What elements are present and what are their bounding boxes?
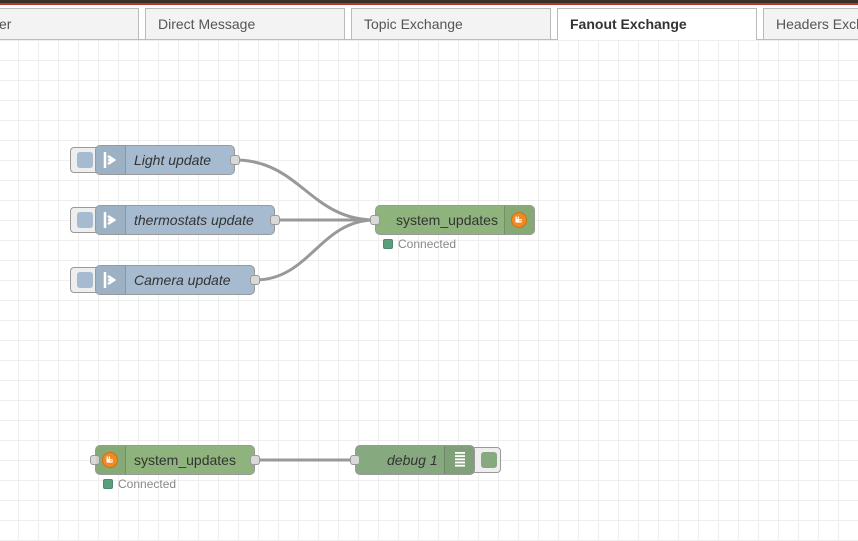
rabbitmq-glyph [106, 456, 113, 463]
tab-label: Direct Message [158, 16, 256, 32]
inject-node-light-update[interactable]: Light update [95, 145, 240, 175]
flow-canvas[interactable]: Light update thermostats update Camera u… [0, 40, 858, 541]
output-port[interactable] [270, 215, 280, 225]
node-label: Camera update [134, 272, 231, 288]
tab-label: Headers Exch [776, 16, 858, 32]
rabbitmq-icon [511, 212, 527, 228]
rabbitmq-icon [102, 452, 118, 468]
arrow-in-icon [103, 152, 117, 168]
inject-icon-area [96, 206, 126, 234]
status-text: Connected [118, 477, 177, 491]
input-port[interactable] [350, 455, 360, 465]
tab-topic-exchange[interactable]: Topic Exchange [351, 8, 551, 39]
inject-trigger-inner [77, 152, 93, 168]
inject-node-thermostats-update[interactable]: thermostats update [95, 205, 280, 235]
debug-node-debug-1[interactable]: debug 1 [350, 445, 475, 475]
amqp-in-node-system-updates[interactable]: system_updates [90, 445, 260, 475]
status-text: Connected [398, 237, 457, 251]
node-label: Light update [134, 152, 212, 168]
list-icon [455, 452, 465, 467]
inject-trigger-inner [77, 212, 93, 228]
rabbitmq-glyph [515, 216, 522, 223]
header-stripe-red [0, 3, 858, 5]
arrow-in-icon [103, 272, 117, 288]
tab-label: er [0, 16, 12, 32]
header-bar [0, 0, 858, 7]
status-dot [383, 239, 393, 249]
workspace-tab-bar: er Direct Message Topic Exchange Fanout … [0, 7, 858, 41]
output-port[interactable] [230, 155, 240, 165]
inject-icon-area [96, 266, 126, 294]
node-label: debug 1 [387, 452, 438, 468]
tab-label: Topic Exchange [364, 16, 463, 32]
amqp-icon-area [504, 206, 534, 234]
status-dot [103, 479, 113, 489]
inject-icon-area [96, 146, 126, 174]
debug-toggle-button[interactable] [471, 447, 501, 473]
tab-headers-exchange[interactable]: Headers Exch [763, 8, 858, 39]
arrow-in-icon [103, 212, 117, 228]
input-port[interactable] [370, 215, 380, 225]
tab-direct-message[interactable]: Direct Message [145, 8, 345, 39]
output-port[interactable] [250, 275, 260, 285]
tab-fanout-exchange[interactable]: Fanout Exchange [557, 8, 757, 41]
inject-node-camera-update[interactable]: Camera update [95, 265, 260, 295]
inject-trigger-inner [77, 272, 93, 288]
node-label: system_updates [134, 452, 236, 468]
node-label: system_updates [396, 212, 498, 228]
node-label: thermostats update [134, 212, 254, 228]
tab-er[interactable]: er [0, 8, 139, 39]
output-port[interactable] [250, 455, 260, 465]
tab-label: Fanout Exchange [570, 16, 687, 32]
debug-toggle-inner [481, 452, 497, 468]
amqp-icon-area [96, 446, 126, 474]
debug-icon-area [444, 446, 474, 474]
amqp-out-node-system-updates[interactable]: system_updates [370, 205, 535, 235]
